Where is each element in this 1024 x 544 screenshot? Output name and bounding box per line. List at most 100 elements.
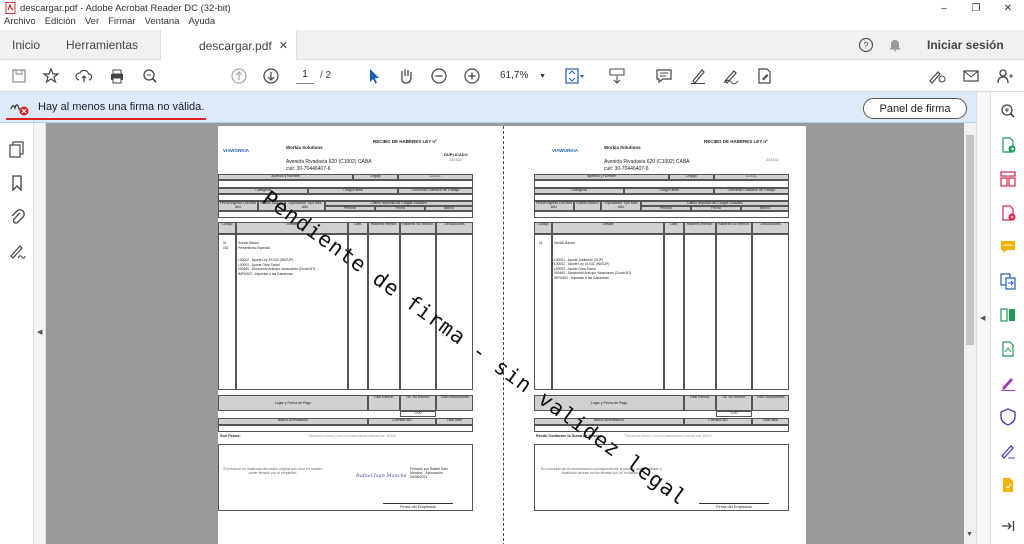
request-signature-icon[interactable] — [997, 440, 1019, 462]
zoom-search-icon[interactable] — [997, 100, 1019, 122]
invalid-signature-icon — [10, 97, 30, 117]
handwritten-signature: Rafael Ivan Monche — [356, 473, 407, 479]
amount-words: Trescientos treinta y dos mil cuatrocien… — [308, 434, 396, 438]
amount-words: Trescientos treinta y dos mil cuatrocien… — [624, 434, 712, 438]
sign-icon[interactable] — [720, 65, 742, 87]
hdr-total-rem: Total Remun. — [368, 395, 400, 411]
edit-pdf-icon[interactable] — [997, 338, 1019, 360]
more-tools-icon[interactable] — [997, 474, 1019, 496]
item-details-left: Sueldo Básico Presentismo Especial L0000… — [238, 241, 315, 276]
menu-ayuda[interactable]: Ayuda — [188, 16, 215, 30]
signin-link[interactable]: Iniciar sesión — [927, 30, 1004, 60]
menu-bar: Archivo Edición Ver Firmar Ventana Ayuda — [0, 16, 1024, 30]
fill-sign-icon[interactable] — [926, 65, 948, 87]
menu-archivo[interactable]: Archivo — [4, 16, 36, 30]
print-icon[interactable] — [106, 65, 128, 87]
create-pdf-icon[interactable] — [997, 202, 1019, 224]
company-name: Workia Solutions — [604, 145, 641, 150]
minimize-button[interactable]: – — [928, 0, 960, 16]
next-page-icon[interactable] — [260, 65, 282, 87]
comment-tool-icon[interactable] — [997, 236, 1019, 258]
row-bank-values — [218, 425, 473, 432]
zoom-in-icon[interactable] — [461, 65, 483, 87]
col-code — [218, 234, 236, 390]
item-detail: 000469 - Descuento Anticipo Vacaciones (… — [238, 267, 316, 271]
right-panel-toggle[interactable]: ◀ — [976, 92, 990, 544]
document-viewer[interactable]: RECIBO DE HABERES LEY nº VIAWORKIA Worki… — [46, 123, 964, 544]
signature-bar: Hay al menos una firma no válida. Panel … — [0, 92, 990, 123]
add-user-icon[interactable] — [994, 65, 1016, 87]
hdr-ded: Deducciones — [436, 222, 473, 234]
highlight-pen-icon[interactable] — [687, 65, 709, 87]
star-icon[interactable] — [40, 65, 62, 87]
hdr-qty: Cant. — [348, 222, 368, 234]
tab-inicio[interactable]: Inicio — [12, 30, 40, 60]
tab-bar: Inicio Herramientas descargar.pdf ✕ ? In… — [0, 30, 1024, 61]
vertical-scrollbar[interactable]: ▼ — [964, 123, 976, 544]
acrobat-pdf-icon — [4, 2, 16, 14]
bookmark-icon[interactable] — [6, 172, 28, 194]
item-detail: IMPU503 - Impuesto a las Ganancias — [554, 275, 609, 280]
hdr-total-ded: Total Deducciones — [436, 395, 473, 411]
row-category-values — [218, 194, 473, 201]
hdr-code: Código — [218, 222, 236, 234]
upload-cloud-icon[interactable] — [73, 65, 95, 87]
combine-files-icon[interactable] — [997, 270, 1019, 292]
zoom-out-icon[interactable] — [428, 65, 450, 87]
cut-line — [503, 126, 504, 544]
scroll-down-icon[interactable]: ▼ — [966, 531, 973, 538]
menu-ver[interactable]: Ver — [85, 16, 99, 30]
prev-page-icon[interactable] — [228, 65, 250, 87]
zoom-value: 61,7% — [500, 70, 529, 81]
save-icon[interactable] — [8, 65, 30, 87]
hdr-net: Total Neto — [752, 418, 789, 425]
attachment-icon[interactable] — [6, 206, 28, 228]
export-pdf-icon[interactable] — [997, 134, 1019, 156]
compress-icon[interactable] — [997, 304, 1019, 326]
edit-doc-icon[interactable] — [753, 65, 775, 87]
page-number-input[interactable]: 1 — [296, 69, 314, 84]
keyboard-scroll-icon[interactable] — [606, 65, 628, 87]
fill-and-sign-icon[interactable] — [997, 372, 1019, 394]
chevron-down-icon: ▼ — [539, 73, 547, 80]
close-window-button[interactable]: ✕ — [992, 0, 1024, 16]
receipt-number: 332462 — [449, 158, 462, 162]
item-codes-right: 01 — [539, 241, 543, 246]
select-cursor-icon[interactable] — [363, 65, 385, 87]
company-cuit: cuit: 30-70446407-6 — [286, 166, 331, 172]
collapse-panel-icon[interactable] — [997, 515, 1019, 537]
menu-edicion[interactable]: Edición — [45, 16, 76, 30]
expand-right-icon: ◀ — [980, 315, 986, 322]
pages-icon[interactable] — [6, 138, 28, 160]
tab-document[interactable]: descargar.pdf ✕ — [160, 30, 297, 61]
tab-herramientas[interactable]: Herramientas — [66, 30, 138, 60]
bell-icon[interactable] — [888, 30, 902, 60]
hdr-total-rem: Total Remun. — [684, 395, 716, 411]
tab-close-icon[interactable]: ✕ — [279, 39, 288, 52]
search-icon[interactable] — [139, 65, 161, 87]
company-logo: VIAWORKIA — [223, 148, 250, 153]
title-bar: descargar.pdf - Adobe Acrobat Reader DC … — [0, 0, 1024, 16]
svg-text:?: ? — [863, 41, 868, 51]
mail-icon[interactable] — [960, 65, 982, 87]
row-dates-values — [534, 211, 789, 218]
signature-panel-button[interactable]: Panel de firma — [863, 98, 967, 119]
menu-ventana[interactable]: Ventana — [145, 16, 180, 30]
col-ded — [752, 234, 789, 390]
protect-shield-icon[interactable] — [997, 406, 1019, 428]
left-panel-toggle[interactable]: ◀ — [34, 123, 46, 544]
item-code: 002 — [223, 245, 229, 250]
hand-tool-icon[interactable] — [395, 65, 417, 87]
organize-pages-icon[interactable] — [997, 168, 1019, 190]
comment-icon[interactable] — [653, 65, 675, 87]
hdr-bank-acc: Banco Acreditación — [218, 418, 368, 425]
zoom-select[interactable]: 61,7% ▼ — [500, 70, 546, 81]
hdr-start-date: Fecha Ingreso Día Mes Año — [534, 201, 574, 211]
right-tools-rail — [990, 92, 1024, 544]
scrollbar-thumb[interactable] — [966, 135, 974, 345]
fit-page-icon[interactable] — [563, 65, 585, 87]
menu-firmar[interactable]: Firmar — [108, 16, 135, 30]
restore-button[interactable]: ❐ — [960, 0, 992, 16]
signature-panel-icon[interactable] — [6, 240, 28, 262]
help-icon[interactable]: ? — [858, 30, 874, 60]
